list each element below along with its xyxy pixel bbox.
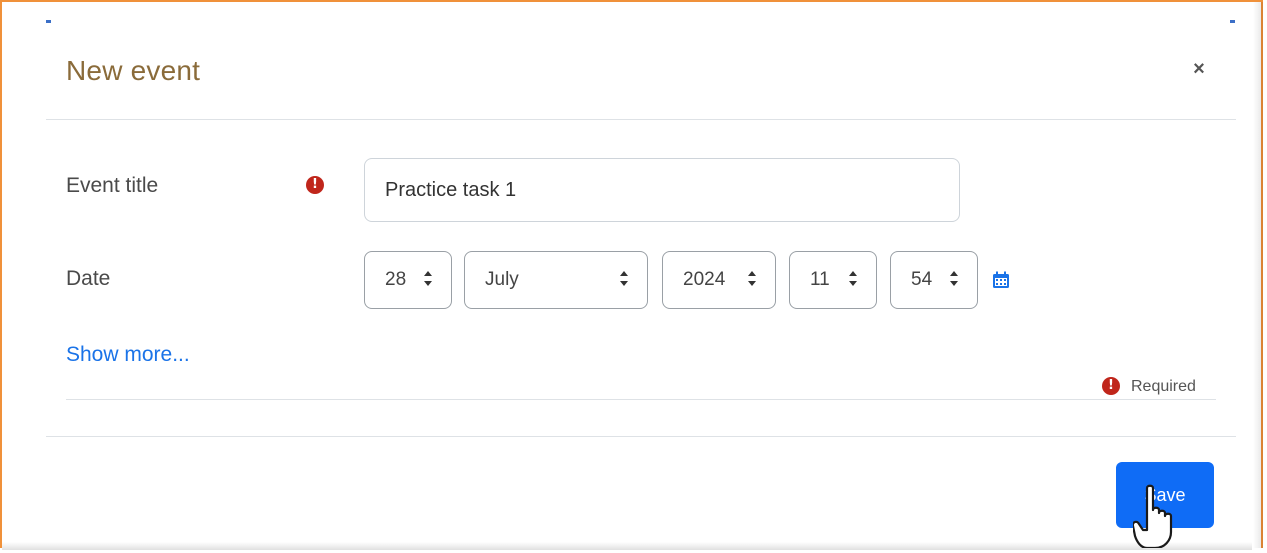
sort-arrows-icon [848, 266, 858, 292]
header-divider [46, 119, 1236, 120]
day-select[interactable]: 28 [364, 251, 452, 309]
dialog-shadow-right [1253, 2, 1263, 548]
year-value: 2024 [683, 269, 726, 290]
corner-marker-left [46, 20, 51, 23]
year-select[interactable]: 2024 [662, 251, 776, 309]
sort-arrows-icon [619, 266, 629, 292]
sort-arrows-icon [423, 266, 433, 292]
form-divider [66, 399, 1216, 400]
hour-value: 11 [810, 269, 830, 290]
dialog-shadow-bottom [2, 542, 1252, 550]
event-title-label: Event title [66, 174, 159, 197]
footer-divider [46, 436, 1236, 437]
pointer-hand-icon [1131, 484, 1181, 553]
month-value: July [485, 269, 519, 290]
month-select[interactable]: July [464, 251, 648, 309]
corner-marker-right [1230, 20, 1235, 23]
day-value: 28 [385, 269, 407, 290]
sort-arrows-icon [747, 266, 757, 292]
minute-value: 54 [911, 269, 933, 290]
close-icon[interactable]: × [1188, 58, 1210, 80]
sort-arrows-icon [949, 266, 959, 292]
error-icon: ! [1102, 377, 1120, 395]
minute-select[interactable]: 54 [890, 251, 978, 309]
error-icon: ! [306, 176, 324, 194]
hour-select[interactable]: 11 [789, 251, 877, 309]
calendar-icon[interactable] [992, 271, 1010, 294]
show-more-link[interactable]: Show more... [66, 343, 190, 367]
dialog-title: New event [66, 55, 201, 86]
required-legend: Required [1131, 378, 1196, 395]
event-title-input[interactable] [364, 158, 960, 222]
date-label: Date [66, 267, 111, 290]
